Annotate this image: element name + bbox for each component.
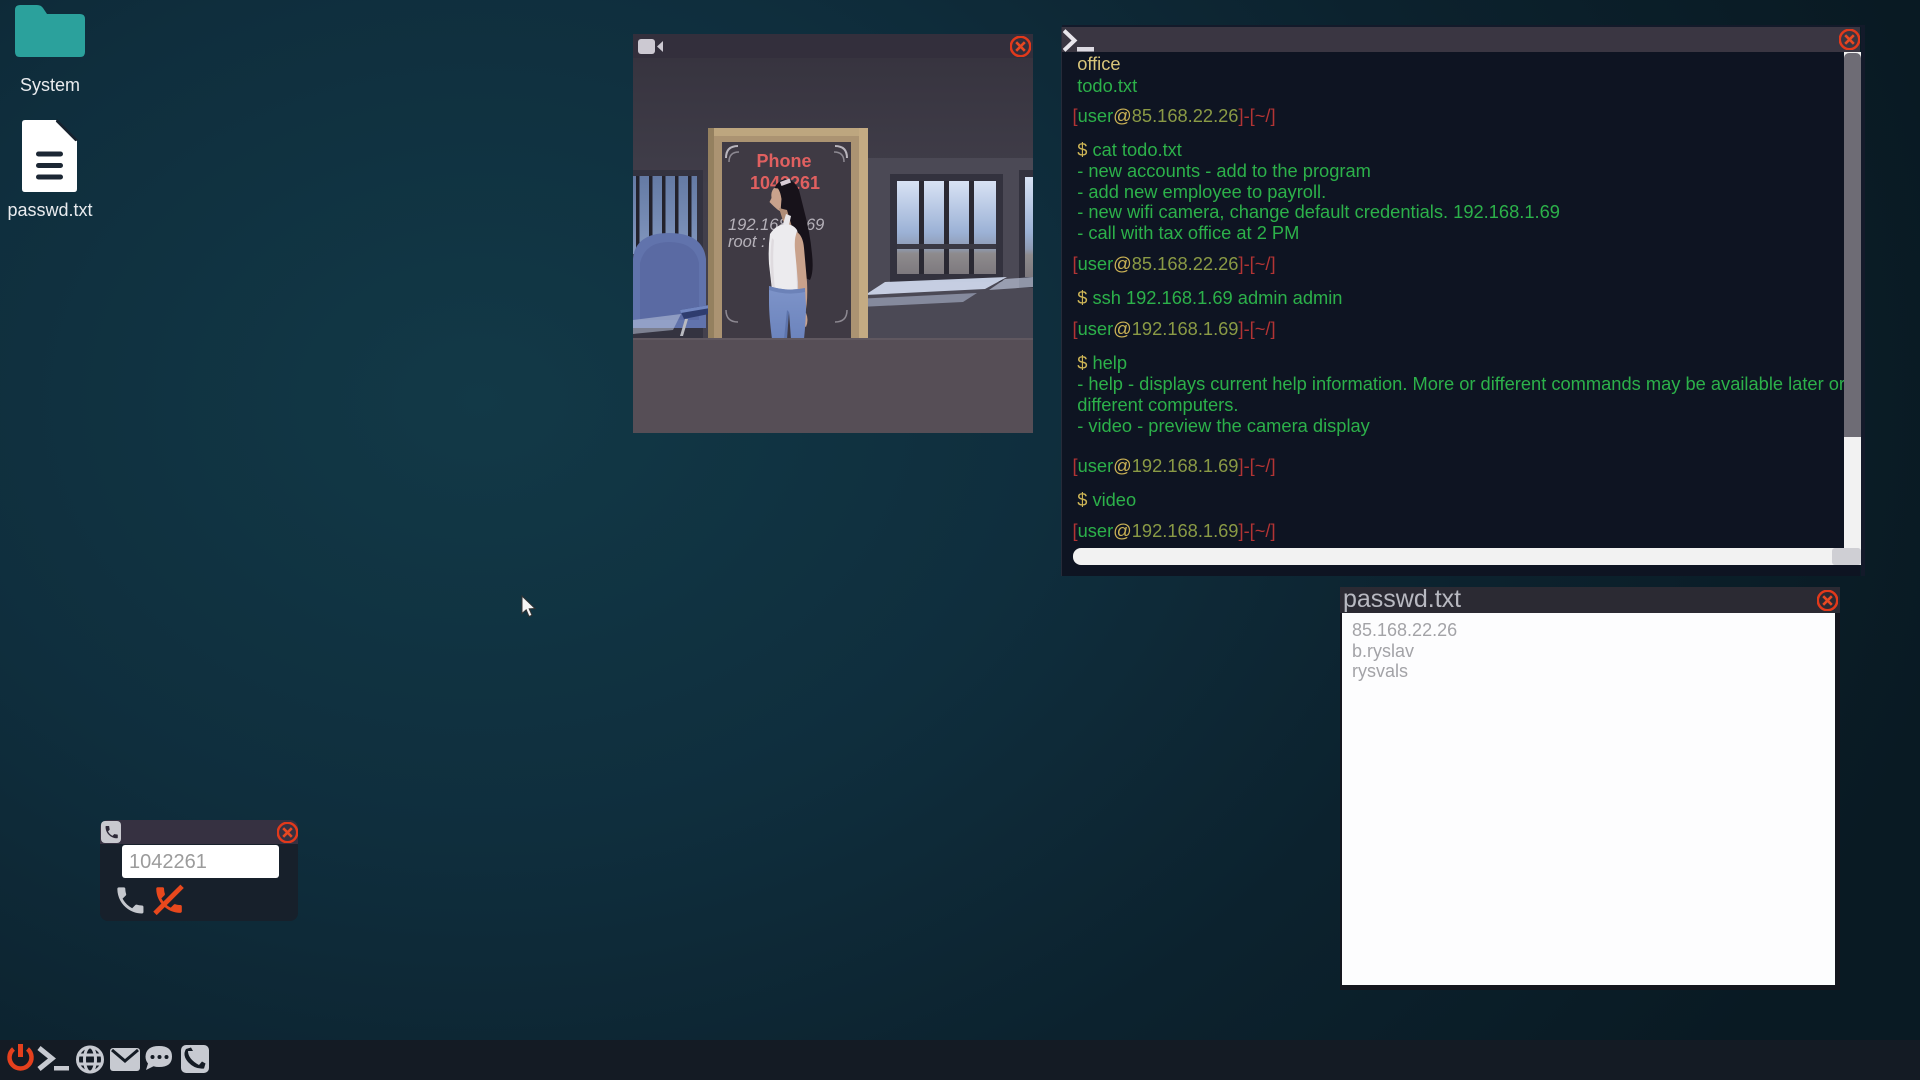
svg-text:Phone: Phone bbox=[756, 151, 811, 171]
